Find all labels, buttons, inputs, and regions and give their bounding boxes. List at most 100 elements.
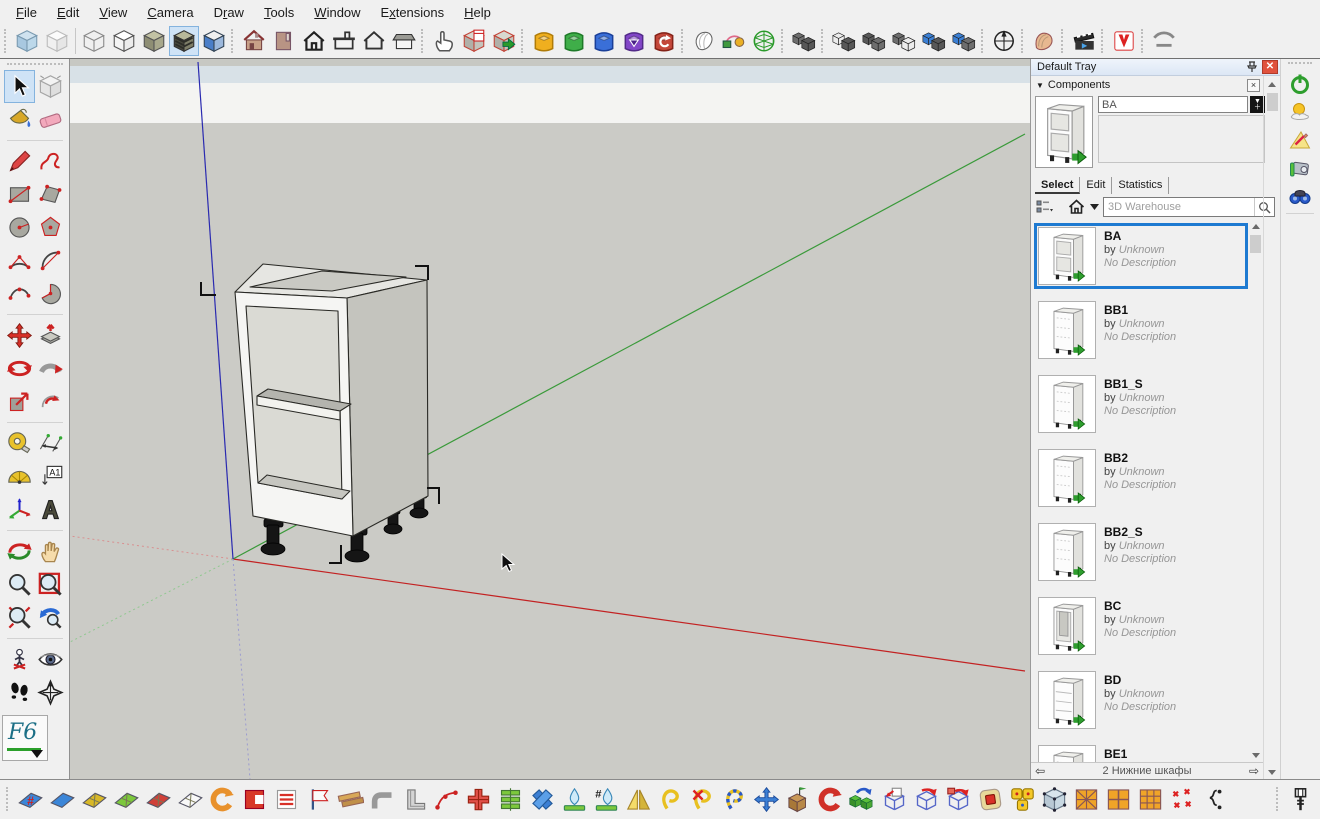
plane-gold-icon[interactable] <box>78 783 110 815</box>
move-blue-icon[interactable] <box>750 783 782 815</box>
home-dark-icon[interactable] <box>299 26 329 56</box>
loop-dashed-icon[interactable] <box>718 783 750 815</box>
collection-prev-icon[interactable]: ⇦ <box>1035 764 1045 778</box>
binoculars-icon[interactable] <box>1286 182 1314 210</box>
rotate-tool-icon[interactable] <box>4 352 35 385</box>
square-lines-icon[interactable] <box>270 783 302 815</box>
box-flag-icon[interactable] <box>782 783 814 815</box>
mirror-triangles-icon[interactable] <box>622 783 654 815</box>
home-outline-icon[interactable] <box>359 26 389 56</box>
tube-icon[interactable] <box>366 783 398 815</box>
tray-scroll-down-icon[interactable] <box>1266 766 1279 779</box>
toolbar-drag-handle[interactable] <box>681 29 686 53</box>
f6-dropdown-icon[interactable] <box>31 750 43 758</box>
dimension-icon[interactable] <box>35 427 66 460</box>
collapse-arrow-icon[interactable]: ▼ <box>1036 81 1044 90</box>
compass-north-icon[interactable] <box>989 26 1019 56</box>
offset-icon[interactable] <box>35 385 66 418</box>
toolbar-drag-handle[interactable] <box>421 29 426 53</box>
list-scroll-up-icon[interactable] <box>1249 220 1262 233</box>
nav-compass-icon[interactable] <box>35 676 66 709</box>
view-right-icon[interactable] <box>619 26 649 56</box>
plane-red-icon[interactable] <box>142 783 174 815</box>
warehouse-search-box[interactable] <box>1103 197 1275 217</box>
tape-measure-icon[interactable] <box>4 427 35 460</box>
walk-icon[interactable] <box>4 676 35 709</box>
collection-next-icon[interactable]: ⇨ <box>1249 764 1259 778</box>
arc-2pt-icon[interactable] <box>4 244 35 277</box>
style-back-edges-icon[interactable] <box>42 26 72 56</box>
swirl-red-icon[interactable] <box>814 783 846 815</box>
view-top-icon[interactable] <box>559 26 589 56</box>
plane-grid-icon[interactable] <box>174 783 206 815</box>
menu-file[interactable]: File <box>6 2 47 23</box>
make-component-icon[interactable] <box>35 70 66 103</box>
plane-blue-icon[interactable] <box>46 783 78 815</box>
sketch-style-icon[interactable] <box>1286 126 1314 154</box>
soften-edges-icon[interactable] <box>689 26 719 56</box>
wood-planks-icon[interactable] <box>334 783 366 815</box>
style-wireframe-icon[interactable] <box>79 26 109 56</box>
previous-view-icon[interactable] <box>35 601 66 634</box>
eraser-icon[interactable] <box>35 103 66 136</box>
dot-polyline-icon[interactable] <box>430 783 462 815</box>
toolbar-drag-handle[interactable] <box>1141 29 1146 53</box>
pad-red-icon[interactable] <box>974 783 1006 815</box>
pan-icon[interactable] <box>35 535 66 568</box>
component-list-item[interactable]: BA by Unknown No Description <box>1034 223 1248 289</box>
follow-me-icon[interactable] <box>35 352 66 385</box>
tray-title-bar[interactable]: Default Tray ✕ <box>1031 59 1280 76</box>
box-rotate-icon[interactable] <box>910 783 942 815</box>
component-list-item[interactable]: BB1_S by Unknown No Description <box>1034 371 1248 437</box>
move-tool-icon[interactable] <box>4 319 35 352</box>
pin-icon[interactable] <box>1244 60 1260 74</box>
menu-extensions[interactable]: Extensions <box>371 2 455 23</box>
drop-hash-icon[interactable]: # <box>590 783 622 815</box>
text-3d-icon[interactable] <box>35 493 66 526</box>
component-list-item[interactable]: BE1 by Unknown No Description <box>1034 741 1248 762</box>
grid-2-icon[interactable] <box>1102 783 1134 815</box>
arc-icon[interactable] <box>35 244 66 277</box>
select-tool-icon[interactable] <box>4 70 35 103</box>
animation-clapper-icon[interactable] <box>1069 26 1099 56</box>
zoom-extents-icon[interactable] <box>4 601 35 634</box>
dice-icon[interactable] <box>1006 783 1038 815</box>
menu-view[interactable]: View <box>89 2 137 23</box>
style-hidden-line-icon[interactable] <box>109 26 139 56</box>
menu-help[interactable]: Help <box>454 2 501 23</box>
orbit-icon[interactable] <box>4 535 35 568</box>
flag-icon[interactable] <box>302 783 334 815</box>
view-iso-icon[interactable] <box>529 26 559 56</box>
plane-green-icon[interactable] <box>110 783 142 815</box>
tray-close-button[interactable]: ✕ <box>1262 60 1278 74</box>
plugin-power-icon[interactable] <box>1286 70 1314 98</box>
component-name-input[interactable] <box>1098 96 1248 113</box>
solid-subtract-icon[interactable] <box>859 26 889 56</box>
square-notch-icon[interactable] <box>238 783 270 815</box>
axes-tool-icon[interactable] <box>4 493 35 526</box>
style-xray-icon[interactable] <box>12 26 42 56</box>
toolbar-drag-handle[interactable] <box>231 29 236 53</box>
position-camera-icon[interactable] <box>4 643 35 676</box>
bars-green-icon[interactable] <box>494 783 526 815</box>
menu-draw[interactable]: Draw <box>204 2 254 23</box>
tiles-x-icon[interactable] <box>526 783 558 815</box>
arc-3pt-icon[interactable] <box>4 277 35 310</box>
sphere-wire-icon[interactable] <box>749 26 779 56</box>
pie-icon[interactable] <box>35 277 66 310</box>
drop-icon[interactable] <box>558 783 590 815</box>
brace-points-icon[interactable] <box>1198 783 1230 815</box>
component-list-item[interactable]: BB1 by Unknown No Description <box>1034 297 1248 363</box>
look-around-icon[interactable] <box>35 643 66 676</box>
toolbar-drag-handle[interactable] <box>1288 62 1312 67</box>
arc-entities-icon[interactable] <box>719 26 749 56</box>
vray-icon[interactable] <box>1109 26 1139 56</box>
component-box-icon[interactable] <box>269 26 299 56</box>
toolbar-drag-handle[interactable] <box>1061 29 1066 53</box>
box-rotate-mark-icon[interactable] <box>942 783 974 815</box>
view-options-button[interactable] <box>1035 197 1055 217</box>
toolbar-drag-handle[interactable] <box>1276 787 1281 811</box>
model-viewport[interactable] <box>70 59 1030 779</box>
boxes-green-arrow-icon[interactable] <box>846 783 878 815</box>
plane-hash-icon[interactable]: # <box>14 783 46 815</box>
